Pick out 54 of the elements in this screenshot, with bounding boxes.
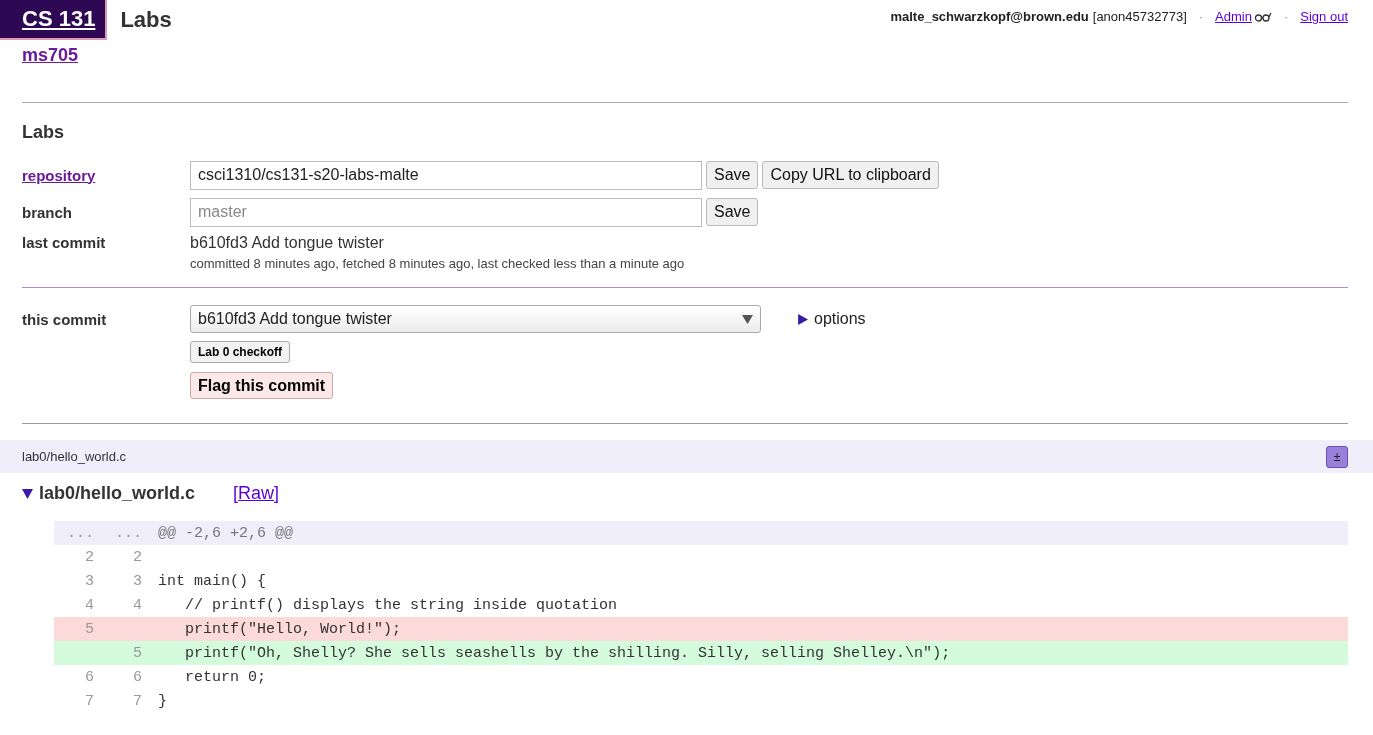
repository-field[interactable]: csci1310/cs131-s20-labs-malte [190,160,702,190]
code-text: // printf() displays the string inside quotation [184,596,619,614]
user-link[interactable]: ms705 [22,45,79,66]
line-number: 4 [84,596,94,614]
separator: · [1198,9,1204,24]
save-button[interactable]: Save [706,198,759,226]
commit-title: b610fd3 Add tongue twister [190,234,385,252]
line-number: ... [114,524,142,542]
line-number: 2 [84,548,94,566]
code-text: } [157,692,168,710]
sign-out-link[interactable]: Sign out [1300,9,1348,24]
raw-link[interactable]: [Raw] [233,483,280,504]
options-toggle[interactable]: options [797,310,866,328]
code-text: int main() { [157,572,268,590]
user-email: malte_schwarzkopf@brown.edu [890,9,1089,24]
checkoff-button[interactable]: Lab 0 checkoff [190,341,291,363]
anon-id: [anon45732773] [1092,9,1187,24]
diff-toggle-button[interactable]: ± [1326,445,1348,468]
separator: · [1283,9,1289,24]
line-number: 4 [132,596,142,614]
last-commit-label: last commit [22,234,107,251]
section-heading: Labs [22,122,65,143]
this-commit-label: this commit [22,310,108,328]
code-text: @@ -2,6 +2,6 @@ [157,524,295,542]
line-number: ... [66,524,94,542]
glasses-icon [1253,11,1272,22]
file-name-toggle[interactable]: lab0/hello_world.c [22,483,196,504]
line-number: 5 [84,620,94,638]
line-number: 6 [132,668,142,686]
copy-url-button[interactable]: Copy URL to clipboard [762,161,939,189]
dropdown-caret-icon [742,314,753,324]
line-number: 5 [132,644,142,662]
commit-details: committed 8 minutes ago, fetched 8 minutes ago, last checked less than a minute ago [190,256,686,271]
commit-dropdown[interactable]: b610fd3 Add tongue twister [190,305,761,333]
admin-link[interactable]: Admin [1215,9,1272,24]
branch-label: branch [22,203,73,221]
triangle-right-icon [797,313,808,325]
page-title: Labs [120,7,172,33]
line-number: 7 [84,692,94,710]
line-number: 2 [132,548,142,566]
repository-link[interactable]: repository [22,166,96,184]
save-button[interactable]: Save [706,161,759,189]
file-path: lab0/hello_world.c [22,449,127,464]
flag-commit-button[interactable]: Flag this commit [190,372,334,399]
line-number: 3 [132,572,142,590]
line-number: 3 [84,572,94,590]
line-number: 7 [132,692,142,710]
code-text: return 0; [184,668,268,686]
triangle-down-icon [22,488,33,499]
code-text: printf("Oh, Shelly? She sells seashells by the shilling. Silly, selling Shelley.\n"); [184,644,952,662]
course-logo-link[interactable]: CS 131 [0,0,108,40]
line-number: 6 [84,668,94,686]
branch-field[interactable]: master [190,197,702,227]
code-text: printf("Hello, World!"); [184,620,403,638]
